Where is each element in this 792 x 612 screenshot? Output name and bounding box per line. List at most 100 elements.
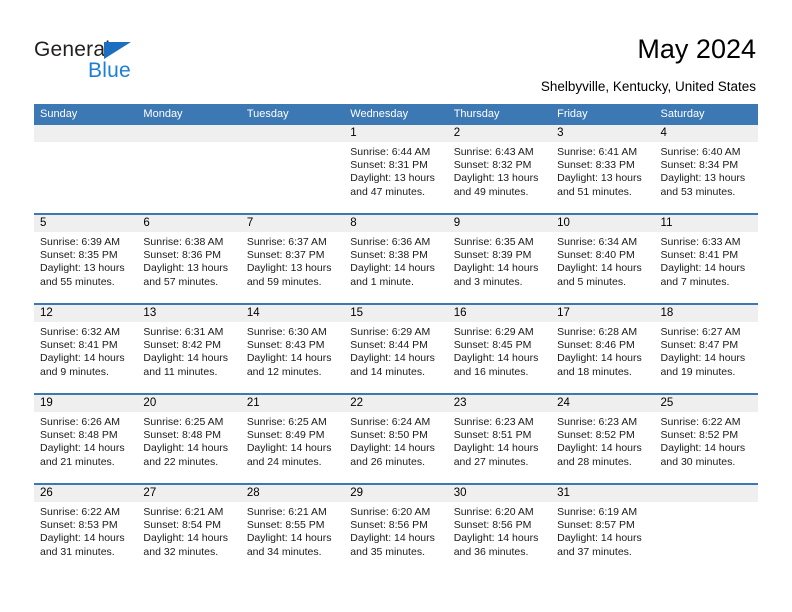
sunset-text: Sunset: 8:55 PM bbox=[246, 519, 325, 532]
day-number: 11 bbox=[654, 215, 758, 232]
daylight-text-line1: Daylight: 14 hours bbox=[40, 352, 125, 365]
day-number: 22 bbox=[344, 395, 448, 412]
weekday-header-thursday: Thursday bbox=[453, 108, 500, 120]
daylight-text-line1: Daylight: 13 hours bbox=[660, 172, 746, 185]
calendar-day-cell[interactable]: 5 Sunrise: 6:39 AM Sunset: 8:35 PM Daylight… bbox=[34, 215, 138, 303]
sunrise-text: Sunrise: 6:41 AM bbox=[557, 146, 638, 158]
calendar-day-cell[interactable]: 25 Sunrise: 6:22 AM Sunset: 8:52 PM Dayligh… bbox=[654, 395, 758, 483]
sunset-text: Sunset: 8:48 PM bbox=[40, 429, 118, 442]
calendar-week-row: 12 Sunrise: 6:32 AM Sunset: 8:41 PM Dayligh… bbox=[34, 303, 758, 393]
day-number: 1 bbox=[344, 125, 448, 142]
calendar-day-cell[interactable]: 9 Sunrise: 6:35 AM Sunset: 8:39 PM Daylight… bbox=[447, 215, 552, 303]
daylight-text-line2: and 19 minutes. bbox=[660, 365, 736, 378]
calendar-day-cell[interactable]: 8 Sunrise: 6:36 AM Sunset: 8:38 PM Daylight… bbox=[344, 215, 448, 303]
daylight-text-line2: and 21 minutes. bbox=[40, 455, 115, 468]
calendar-day-cell[interactable]: 2 Sunrise: 6:43 AM Sunset: 8:32 PM Daylight… bbox=[447, 125, 552, 213]
day-details: Sunrise: 6:30 AM Sunset: 8:43 PM Daylight:… bbox=[241, 322, 344, 379]
daylight-text-line2: and 57 minutes. bbox=[143, 275, 219, 288]
day-number: 15 bbox=[344, 305, 448, 322]
calendar-day-cell[interactable]: 4 Sunrise: 6:40 AM Sunset: 8:34 PM Daylight… bbox=[654, 125, 758, 213]
day-details: Sunrise: 6:44 AM Sunset: 8:31 PM Daylight:… bbox=[344, 142, 447, 199]
sunrise-text: Sunrise: 6:20 AM bbox=[453, 506, 534, 518]
day-number: 16 bbox=[447, 305, 552, 322]
calendar-day-cell[interactable]: 15 Sunrise: 6:29 AM Sunset: 8:44 PM Dayligh… bbox=[344, 305, 448, 393]
daylight-text-line2: and 18 minutes. bbox=[557, 365, 632, 378]
calendar-day-cell[interactable]: 19 Sunrise: 6:26 AM Sunset: 8:48 PM Dayligh… bbox=[34, 395, 138, 483]
day-details: Sunrise: 6:27 AM Sunset: 8:47 PM Daylight:… bbox=[655, 322, 758, 379]
day-details: Sunrise: 6:36 AM Sunset: 8:38 PM Daylight:… bbox=[344, 232, 447, 289]
daylight-text-line2: and 28 minutes. bbox=[557, 455, 632, 468]
calendar-day-cell[interactable]: 13 Sunrise: 6:31 AM Sunset: 8:42 PM Dayligh… bbox=[137, 305, 241, 393]
calendar-day-cell[interactable]: 30 Sunrise: 6:20 AM Sunset: 8:56 PM Dayligh… bbox=[447, 485, 552, 573]
sunrise-text: Sunrise: 6:22 AM bbox=[660, 416, 741, 428]
day-details: Sunrise: 6:25 AM Sunset: 8:48 PM Daylight:… bbox=[137, 412, 240, 469]
calendar-day-cell[interactable]: 10 Sunrise: 6:34 AM Sunset: 8:40 PM Dayligh… bbox=[551, 215, 655, 303]
generalblue-logo[interactable]: General Blue bbox=[34, 38, 214, 84]
calendar-day-cell[interactable]: 29 Sunrise: 6:20 AM Sunset: 8:56 PM Dayligh… bbox=[344, 485, 448, 573]
sunrise-text: Sunrise: 6:43 AM bbox=[453, 146, 534, 158]
calendar-week-row: 26 Sunrise: 6:22 AM Sunset: 8:53 PM Dayligh… bbox=[34, 483, 758, 573]
calendar-day-cell[interactable]: 22 Sunrise: 6:24 AM Sunset: 8:50 PM Dayligh… bbox=[344, 395, 448, 483]
day-number: 6 bbox=[137, 215, 241, 232]
daylight-text-line2: and 31 minutes. bbox=[40, 545, 115, 558]
calendar-page: General Blue May 2024 Shelbyville, Kentu… bbox=[0, 0, 792, 612]
calendar-day-cell[interactable]: 21 Sunrise: 6:25 AM Sunset: 8:49 PM Dayligh… bbox=[240, 395, 345, 483]
weekday-header-monday: Monday bbox=[143, 108, 183, 120]
calendar-day-cell[interactable]: 14 Sunrise: 6:30 AM Sunset: 8:43 PM Dayligh… bbox=[240, 305, 345, 393]
day-number bbox=[137, 125, 241, 142]
day-number: 10 bbox=[551, 215, 655, 232]
sunrise-text: Sunrise: 6:23 AM bbox=[557, 416, 638, 428]
sunrise-text: Sunrise: 6:24 AM bbox=[350, 416, 431, 428]
day-details: Sunrise: 6:23 AM Sunset: 8:51 PM Daylight:… bbox=[448, 412, 551, 469]
day-details: Sunrise: 6:34 AM Sunset: 8:40 PM Daylight:… bbox=[551, 232, 654, 289]
calendar-day-cell[interactable]: 20 Sunrise: 6:25 AM Sunset: 8:48 PM Dayligh… bbox=[137, 395, 241, 483]
daylight-text-line1: Daylight: 14 hours bbox=[453, 352, 539, 365]
daylight-text-line1: Daylight: 14 hours bbox=[557, 532, 642, 545]
calendar-day-cell[interactable]: 11 Sunrise: 6:33 AM Sunset: 8:41 PM Dayligh… bbox=[654, 215, 758, 303]
daylight-text-line1: Daylight: 13 hours bbox=[557, 172, 642, 185]
day-number: 24 bbox=[551, 395, 655, 412]
day-details: Sunrise: 6:23 AM Sunset: 8:52 PM Daylight:… bbox=[551, 412, 654, 469]
calendar-day-cell[interactable]: 1 Sunrise: 6:44 AM Sunset: 8:31 PM Daylight… bbox=[344, 125, 448, 213]
day-number: 19 bbox=[34, 395, 138, 412]
day-number: 21 bbox=[240, 395, 345, 412]
sunset-text: Sunset: 8:41 PM bbox=[660, 249, 739, 262]
calendar-day-cell[interactable]: 31 Sunrise: 6:19 AM Sunset: 8:57 PM Dayligh… bbox=[551, 485, 655, 573]
calendar-day-cell[interactable]: 6 Sunrise: 6:38 AM Sunset: 8:36 PM Daylight… bbox=[137, 215, 241, 303]
sunrise-text: Sunrise: 6:19 AM bbox=[557, 506, 638, 518]
sunset-text: Sunset: 8:50 PM bbox=[350, 429, 428, 442]
calendar-day-cell[interactable]: 18 Sunrise: 6:27 AM Sunset: 8:47 PM Dayligh… bbox=[654, 305, 758, 393]
daylight-text-line1: Daylight: 14 hours bbox=[40, 442, 125, 455]
calendar-day-cell[interactable]: 27 Sunrise: 6:21 AM Sunset: 8:54 PM Dayligh… bbox=[137, 485, 241, 573]
day-details: Sunrise: 6:24 AM Sunset: 8:50 PM Daylight:… bbox=[344, 412, 447, 469]
daylight-text-line2: and 1 minute. bbox=[350, 275, 414, 288]
calendar-day-cell[interactable]: 24 Sunrise: 6:23 AM Sunset: 8:52 PM Dayligh… bbox=[551, 395, 655, 483]
calendar-week-row: 19 Sunrise: 6:26 AM Sunset: 8:48 PM Dayligh… bbox=[34, 393, 758, 483]
sunrise-text: Sunrise: 6:23 AM bbox=[453, 416, 534, 428]
sunset-text: Sunset: 8:45 PM bbox=[453, 339, 532, 352]
calendar-day-cell-empty bbox=[137, 125, 241, 213]
sunrise-text: Sunrise: 6:26 AM bbox=[40, 416, 120, 428]
sunrise-text: Sunrise: 6:22 AM bbox=[40, 506, 120, 518]
daylight-text-line1: Daylight: 14 hours bbox=[350, 442, 435, 455]
day-details: Sunrise: 6:20 AM Sunset: 8:56 PM Daylight:… bbox=[448, 502, 551, 559]
sunset-text: Sunset: 8:38 PM bbox=[350, 249, 428, 262]
sunset-text: Sunset: 8:49 PM bbox=[246, 429, 325, 442]
day-number: 30 bbox=[447, 485, 552, 502]
day-details: Sunrise: 6:20 AM Sunset: 8:56 PM Daylight:… bbox=[344, 502, 447, 559]
calendar-day-cell[interactable]: 17 Sunrise: 6:28 AM Sunset: 8:46 PM Dayligh… bbox=[551, 305, 655, 393]
daylight-text-line1: Daylight: 14 hours bbox=[660, 442, 746, 455]
sunset-text: Sunset: 8:33 PM bbox=[557, 159, 635, 172]
daylight-text-line2: and 37 minutes. bbox=[557, 545, 632, 558]
sunset-text: Sunset: 8:52 PM bbox=[660, 429, 739, 442]
sunset-text: Sunset: 8:32 PM bbox=[453, 159, 532, 172]
calendar-day-cell[interactable]: 28 Sunrise: 6:21 AM Sunset: 8:55 PM Dayligh… bbox=[240, 485, 345, 573]
calendar-day-cell[interactable]: 7 Sunrise: 6:37 AM Sunset: 8:37 PM Daylight… bbox=[240, 215, 345, 303]
calendar-day-cell[interactable]: 23 Sunrise: 6:23 AM Sunset: 8:51 PM Dayligh… bbox=[447, 395, 552, 483]
sunrise-text: Sunrise: 6:21 AM bbox=[246, 506, 327, 518]
calendar-day-cell[interactable]: 12 Sunrise: 6:32 AM Sunset: 8:41 PM Dayligh… bbox=[34, 305, 138, 393]
calendar-day-cell[interactable]: 16 Sunrise: 6:29 AM Sunset: 8:45 PM Dayligh… bbox=[447, 305, 552, 393]
daylight-text-line1: Daylight: 14 hours bbox=[350, 352, 435, 365]
calendar-day-cell[interactable]: 26 Sunrise: 6:22 AM Sunset: 8:53 PM Dayligh… bbox=[34, 485, 138, 573]
calendar-day-cell[interactable]: 3 Sunrise: 6:41 AM Sunset: 8:33 PM Daylight… bbox=[551, 125, 655, 213]
